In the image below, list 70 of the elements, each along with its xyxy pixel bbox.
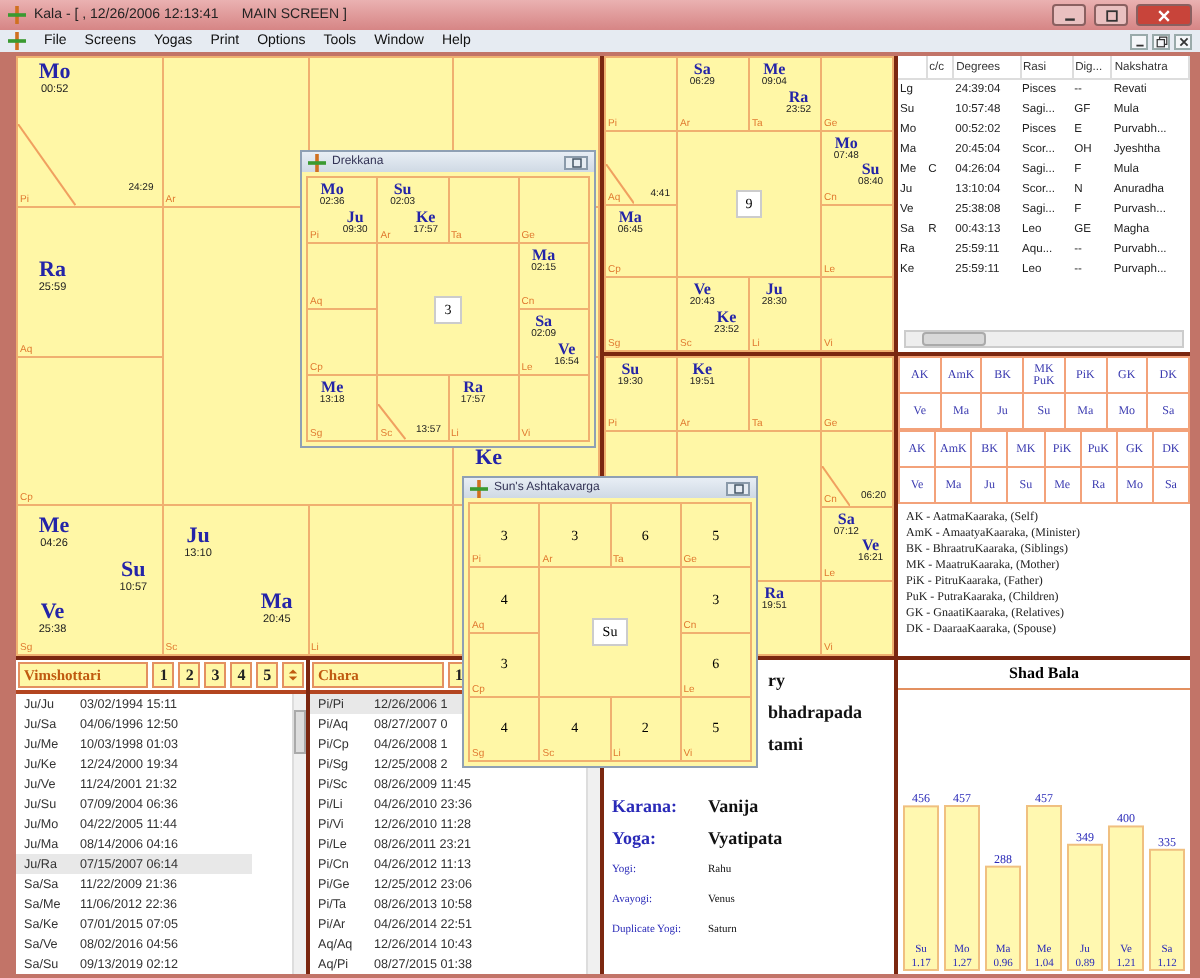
scrollbar[interactable] bbox=[904, 330, 1184, 348]
planet-name: Ju bbox=[765, 282, 783, 299]
planet-name: Ra bbox=[764, 585, 785, 602]
restore-button[interactable] bbox=[1152, 33, 1170, 49]
square-icon bbox=[733, 483, 743, 493]
maximize-button[interactable] bbox=[1094, 4, 1128, 26]
planet-name: Ke bbox=[716, 309, 737, 326]
scroll-thumb[interactable] bbox=[294, 710, 306, 754]
planet-name: Su bbox=[621, 362, 640, 378]
scroll-thumb[interactable] bbox=[922, 332, 986, 346]
planet-name: Ke bbox=[692, 362, 713, 378]
restore-icon bbox=[1155, 35, 1167, 47]
field-value: Vanija bbox=[708, 796, 759, 816]
scrollbar[interactable] bbox=[292, 694, 306, 974]
cross-icon bbox=[8, 32, 26, 50]
maximize-icon bbox=[1105, 9, 1117, 21]
close-button[interactable] bbox=[1174, 33, 1192, 49]
diagonal-line bbox=[606, 163, 634, 203]
planet-name: Ra bbox=[463, 380, 483, 396]
field-value: bhadrapada bbox=[768, 702, 863, 722]
planet-name: Ke bbox=[475, 448, 503, 471]
planet-name: Ju bbox=[186, 526, 210, 549]
planet-name: Ve bbox=[862, 538, 880, 554]
field-value: Vyatipata bbox=[708, 828, 783, 848]
planet-name: Me bbox=[763, 62, 786, 78]
planet-name: Su bbox=[393, 182, 412, 198]
planet-name: Mo bbox=[38, 62, 71, 84]
planet-name: Ke bbox=[415, 209, 436, 225]
planet-name: Sa bbox=[535, 314, 553, 330]
planet-name: Sa bbox=[693, 62, 711, 78]
diagonal-line bbox=[822, 465, 850, 505]
diagonal-line bbox=[18, 124, 76, 206]
planet-name: Ra bbox=[788, 89, 809, 105]
diagonal-line bbox=[378, 404, 406, 440]
level-button[interactable]: 4 bbox=[230, 662, 253, 688]
minimize-button[interactable] bbox=[1130, 33, 1148, 49]
square-icon bbox=[571, 157, 581, 167]
planet-name: Ma bbox=[260, 592, 293, 615]
close-button[interactable] bbox=[1136, 4, 1192, 26]
planet-name: Me bbox=[321, 380, 344, 396]
close-icon bbox=[1158, 9, 1170, 21]
planet-name: Ju bbox=[346, 209, 364, 225]
planet-name: Su bbox=[121, 559, 146, 582]
planet-name: Ve bbox=[558, 341, 576, 357]
planet-name: Mo bbox=[320, 182, 344, 198]
level-button[interactable]: 1 bbox=[152, 662, 175, 688]
planet-name: Mo bbox=[834, 135, 858, 152]
minimize-button[interactable] bbox=[1052, 4, 1086, 26]
field-label: Yoga: bbox=[612, 828, 658, 848]
chart-title: Shad Bala bbox=[898, 660, 1190, 690]
field-label: Karana: bbox=[612, 796, 679, 816]
field-value: ry bbox=[768, 670, 785, 690]
cross-icon bbox=[8, 6, 26, 24]
planet-name: Ve bbox=[693, 282, 711, 299]
planet-name: Ma bbox=[532, 248, 556, 264]
level-button[interactable]: 3 bbox=[204, 662, 227, 688]
planet-name: Ra bbox=[39, 260, 66, 283]
level-button[interactable]: 2 bbox=[178, 662, 201, 688]
planet-name: Ve bbox=[40, 602, 65, 625]
cross-icon bbox=[470, 479, 488, 497]
planet-name: Me bbox=[38, 515, 70, 538]
planet-name: Sa bbox=[837, 511, 855, 527]
scroll-button[interactable] bbox=[282, 662, 304, 688]
planet-name: Ma bbox=[618, 209, 642, 225]
level-button[interactable]: 5 bbox=[256, 662, 279, 688]
close-icon bbox=[1177, 35, 1189, 47]
field-value: tami bbox=[768, 734, 803, 754]
planet-name: Su bbox=[861, 162, 880, 179]
cross-icon bbox=[308, 153, 326, 171]
arrows-icon bbox=[286, 666, 301, 684]
